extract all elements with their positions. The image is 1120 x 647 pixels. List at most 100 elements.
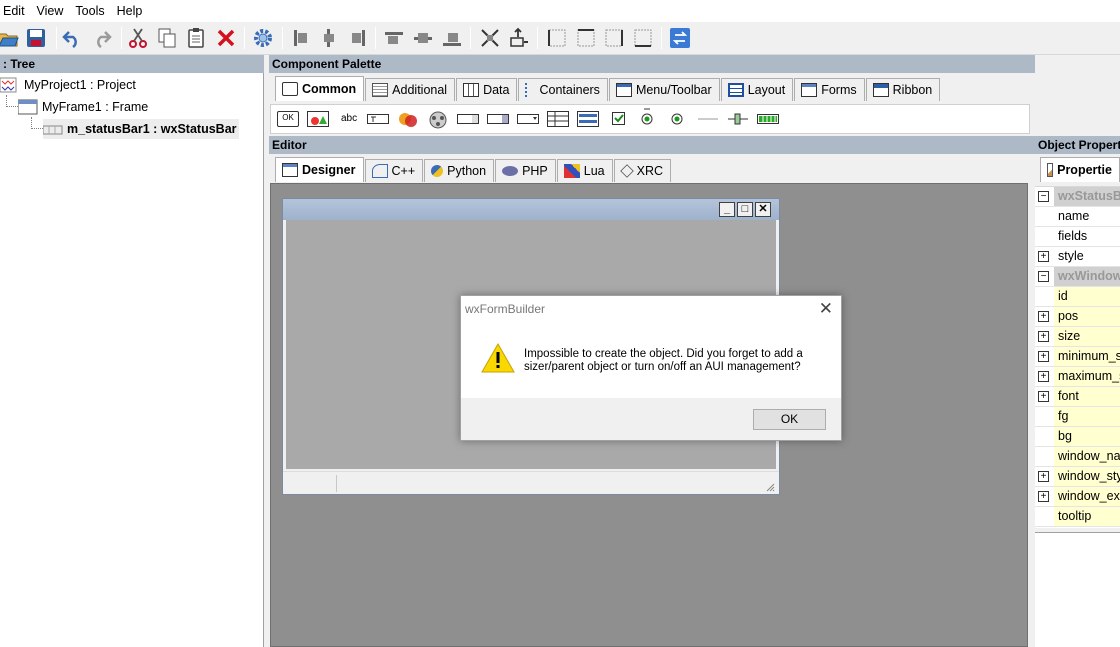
property-row[interactable]: fg bbox=[1035, 407, 1120, 427]
frame-icon bbox=[18, 99, 38, 115]
layout-tab-icon bbox=[727, 83, 744, 97]
undo-icon[interactable] bbox=[60, 26, 84, 50]
border-right-icon[interactable] bbox=[574, 26, 598, 50]
align-center-h-icon[interactable] bbox=[317, 26, 341, 50]
property-row[interactable]: + minimum_s bbox=[1035, 347, 1120, 367]
tree-item-project[interactable]: MyProject1 : Project bbox=[0, 75, 136, 95]
property-row[interactable]: + style bbox=[1035, 247, 1120, 267]
property-row[interactable]: fields bbox=[1035, 227, 1120, 247]
save-icon[interactable] bbox=[24, 26, 48, 50]
slider-component-icon[interactable] bbox=[727, 111, 749, 127]
tab-designer[interactable]: Designer bbox=[275, 157, 364, 182]
bitmap-component-icon[interactable] bbox=[397, 111, 419, 127]
property-row[interactable]: window_na bbox=[1035, 447, 1120, 467]
menu-edit[interactable]: Edit bbox=[0, 0, 31, 22]
choice-component-icon[interactable] bbox=[487, 111, 509, 127]
align-bottom-icon[interactable] bbox=[440, 26, 464, 50]
radio-button2-component-icon[interactable] bbox=[669, 111, 685, 127]
radio-box-component-icon[interactable] bbox=[577, 111, 599, 127]
property-category[interactable]: −wxStatusBa bbox=[1035, 187, 1120, 207]
designer-statusbar[interactable] bbox=[283, 471, 779, 494]
animation-component-icon[interactable] bbox=[427, 111, 449, 129]
cut-icon[interactable] bbox=[126, 26, 150, 50]
align-center-v-icon[interactable] bbox=[411, 26, 435, 50]
menu-help[interactable]: Help bbox=[111, 0, 149, 22]
radio-button-component-icon[interactable] bbox=[639, 107, 655, 125]
frame-titlebar: _ □ ✕ bbox=[283, 199, 779, 220]
copy-icon[interactable] bbox=[155, 26, 179, 50]
expand-icon[interactable]: + bbox=[1038, 311, 1049, 322]
palette-panel-title: Component Palette bbox=[269, 55, 1035, 73]
tree-item-statusbar[interactable]: m_statusBar1 : wxStatusBar bbox=[43, 119, 239, 139]
tab-menu-toolbar[interactable]: Menu/Toolbar bbox=[608, 78, 720, 101]
property-row[interactable]: + maximum_s bbox=[1035, 367, 1120, 387]
expand-icon[interactable]: + bbox=[1038, 471, 1049, 482]
property-row[interactable]: + window_ext bbox=[1035, 487, 1120, 507]
dialog-close-icon[interactable]: ✕ bbox=[819, 299, 833, 319]
collapse-icon[interactable]: − bbox=[1038, 271, 1049, 282]
expand-icon[interactable]: + bbox=[1038, 251, 1049, 262]
align-top-icon[interactable] bbox=[382, 26, 406, 50]
tab-common[interactable]: Common bbox=[275, 76, 365, 101]
list-ctrl-component-icon[interactable] bbox=[547, 111, 569, 127]
tab-containers[interactable]: Containers bbox=[518, 78, 608, 101]
maximize-icon: □ bbox=[737, 202, 753, 217]
swap-orientation-icon[interactable] bbox=[668, 26, 692, 50]
expand-icon[interactable]: + bbox=[1038, 351, 1049, 362]
property-row[interactable]: bg bbox=[1035, 427, 1120, 447]
combobox-component-icon[interactable] bbox=[457, 111, 479, 127]
align-left-icon[interactable] bbox=[289, 26, 313, 50]
tab-ribbon-label: Ribbon bbox=[892, 83, 933, 97]
property-row[interactable]: id bbox=[1035, 287, 1120, 307]
expand-icon[interactable]: + bbox=[1038, 331, 1049, 342]
expand-icon[interactable]: + bbox=[1038, 371, 1049, 382]
properties-tab-icon bbox=[1047, 163, 1054, 177]
property-name: maximum_s bbox=[1054, 367, 1120, 386]
expand-icon[interactable]: + bbox=[1038, 391, 1049, 402]
ok-button[interactable]: OK bbox=[753, 409, 826, 430]
property-row[interactable]: + size bbox=[1035, 327, 1120, 347]
checkbox-component-icon[interactable] bbox=[611, 111, 627, 127]
property-row[interactable]: + pos bbox=[1035, 307, 1120, 327]
border-bottom-icon[interactable] bbox=[631, 26, 655, 50]
tab-python[interactable]: Python bbox=[424, 159, 495, 182]
static-line-component-icon[interactable] bbox=[697, 111, 719, 127]
button-component-icon[interactable]: OK bbox=[277, 111, 299, 127]
property-row[interactable]: tooltip bbox=[1035, 507, 1120, 527]
menu-view[interactable]: View bbox=[31, 0, 70, 22]
property-row[interactable]: + font bbox=[1035, 387, 1120, 407]
tab-forms[interactable]: Forms bbox=[794, 78, 865, 101]
tab-php[interactable]: PHP bbox=[495, 159, 556, 182]
property-row[interactable]: + window_sty bbox=[1035, 467, 1120, 487]
stretch-icon[interactable] bbox=[506, 26, 530, 50]
property-category[interactable]: − wxWindow bbox=[1035, 267, 1120, 287]
menu-tools[interactable]: Tools bbox=[69, 0, 110, 22]
tab-additional[interactable]: Additional bbox=[365, 78, 456, 101]
redo-icon[interactable] bbox=[90, 26, 114, 50]
tree-item-frame[interactable]: MyFrame1 : Frame bbox=[18, 97, 148, 117]
open-icon[interactable] bbox=[0, 26, 20, 50]
bitmap-button-component-icon[interactable] bbox=[307, 111, 329, 127]
tab-xrc[interactable]: XRC bbox=[613, 159, 672, 182]
expand-icon[interactable] bbox=[478, 26, 502, 50]
tab-properties[interactable]: Propertie bbox=[1040, 157, 1120, 182]
text-ctrl-component-icon[interactable] bbox=[367, 111, 389, 127]
delete-icon[interactable] bbox=[214, 26, 238, 50]
paste-icon[interactable] bbox=[184, 26, 208, 50]
static-text-component-icon[interactable]: abc bbox=[341, 111, 359, 127]
object-tree: MyProject1 : Project MyFrame1 : Frame m_… bbox=[0, 73, 264, 647]
border-left-icon[interactable] bbox=[545, 26, 569, 50]
tab-ribbon[interactable]: Ribbon bbox=[865, 78, 941, 101]
collapse-icon[interactable]: − bbox=[1038, 191, 1049, 202]
align-right-icon[interactable] bbox=[346, 26, 370, 50]
property-row[interactable]: name bbox=[1035, 207, 1120, 227]
gauge-component-icon[interactable] bbox=[757, 111, 779, 127]
tab-data[interactable]: Data bbox=[456, 78, 518, 101]
generate-code-gear-icon[interactable] bbox=[251, 26, 275, 50]
border-top-icon[interactable] bbox=[602, 26, 626, 50]
listbox-component-icon[interactable] bbox=[517, 111, 539, 127]
tab-lua[interactable]: Lua bbox=[556, 159, 613, 182]
expand-icon[interactable]: + bbox=[1038, 491, 1049, 502]
tab-cpp[interactable]: C++ bbox=[364, 159, 424, 182]
tab-layout[interactable]: Layout bbox=[720, 78, 794, 101]
